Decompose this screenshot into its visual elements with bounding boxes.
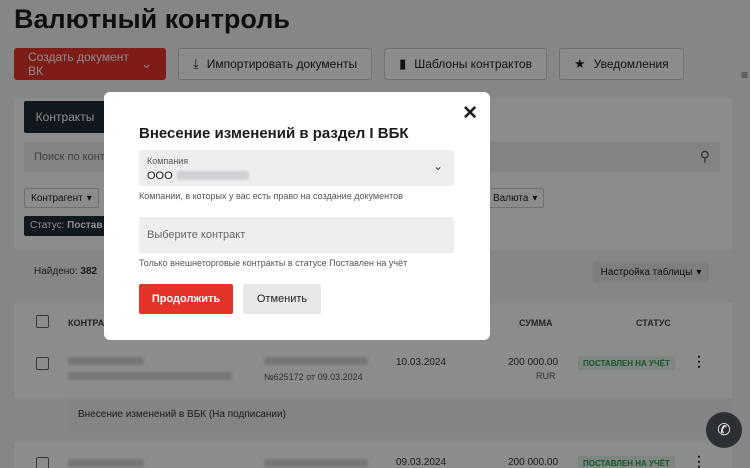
phone-icon[interactable]: ✆ <box>706 412 742 448</box>
close-icon[interactable]: ✕ <box>462 104 478 123</box>
contract-select[interactable]: Выберите контракт <box>139 217 454 253</box>
company-field-value: ООО <box>147 170 173 182</box>
cancel-button[interactable]: Отменить <box>243 284 321 314</box>
edit-vbk-dialog: ✕ Внесение изменений в раздел I ВБК Комп… <box>104 92 490 340</box>
dialog-title: Внесение изменений в раздел I ВБК <box>139 125 409 142</box>
continue-button[interactable]: Продолжить <box>139 284 233 314</box>
chevron-down-icon[interactable]: ⌄ <box>433 159 443 173</box>
redacted-text <box>177 171 249 180</box>
contract-hint: Только внешнеторговые контракты в статус… <box>139 258 408 268</box>
company-hint: Компании, в которых у вас есть право на … <box>139 191 403 201</box>
company-select[interactable]: Компания ООО ⌄ <box>139 150 454 186</box>
company-field-label: Компания <box>147 156 189 166</box>
contract-placeholder: Выберите контракт <box>147 229 246 241</box>
